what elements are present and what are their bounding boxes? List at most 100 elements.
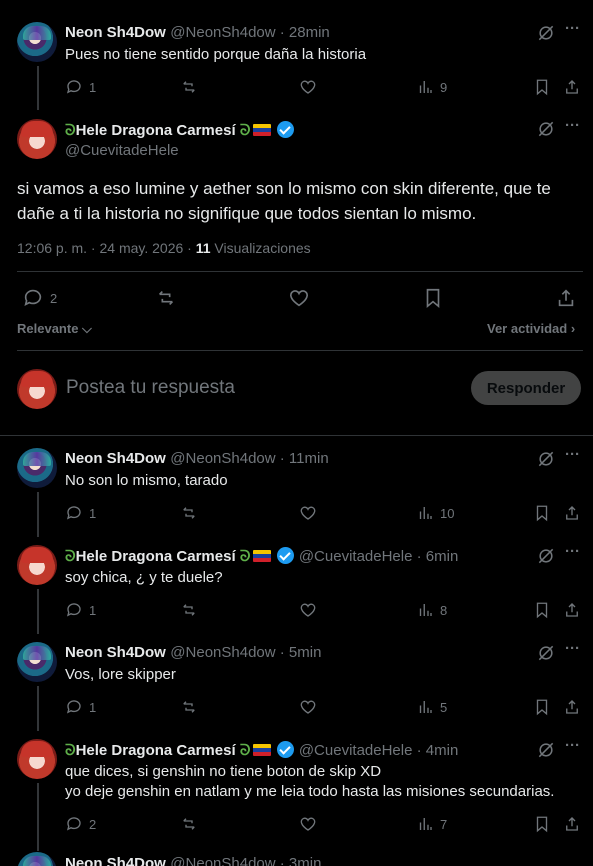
like-icon [299, 815, 317, 833]
share-button[interactable] [555, 287, 577, 309]
like-button[interactable] [299, 78, 317, 96]
bookmark-button[interactable] [533, 698, 551, 716]
views-icon [416, 601, 434, 619]
author-meta[interactable]: @CuevitadeHele · 6min [299, 548, 458, 565]
author-meta[interactable]: @CuevitadeHele · 4min [299, 742, 458, 759]
more-icon[interactable]: ··· [565, 446, 580, 463]
share-button[interactable] [563, 698, 581, 716]
views-button[interactable]: 8 [416, 601, 447, 619]
like-button[interactable] [299, 698, 317, 716]
grok-icon[interactable] [536, 643, 556, 663]
chevron-right-icon: › [567, 321, 576, 336]
reply-icon [65, 504, 83, 522]
avatar[interactable] [17, 852, 57, 866]
post-text: que dices, si genshin no tiene boton de … [65, 763, 555, 800]
author-meta[interactable]: @NeonSh4dow · 28min [170, 24, 329, 41]
reply-input[interactable]: Postea tu respuesta [66, 377, 446, 399]
more-icon[interactable]: ··· [565, 543, 580, 560]
author-name[interactable]: Hele Dragona Carmesí [76, 122, 236, 139]
author-name[interactable]: Hele Dragona Carmesí [76, 742, 236, 759]
divider [0, 435, 593, 436]
share-button[interactable] [563, 504, 581, 522]
avatar[interactable] [17, 739, 57, 779]
reply-icon [65, 601, 83, 619]
repost-icon [180, 815, 198, 833]
repost-button[interactable] [180, 78, 198, 96]
avatar[interactable] [17, 22, 57, 62]
share-button[interactable] [563, 815, 581, 833]
avatar[interactable] [17, 448, 57, 488]
thread-line [37, 66, 39, 110]
author-name[interactable]: Hele Dragona Carmesí [76, 548, 236, 565]
more-icon[interactable]: ··· [565, 640, 580, 657]
author-meta[interactable]: @NeonSh4dow · 5min [170, 644, 321, 661]
avatar[interactable] [17, 119, 57, 159]
grok-icon[interactable] [536, 449, 556, 469]
author-meta[interactable]: @NeonSh4dow · 3min [170, 855, 321, 866]
repost-button[interactable] [180, 698, 198, 716]
reply-button[interactable]: 2 [65, 815, 96, 833]
chevron-down-icon: ⌵ [78, 321, 92, 336]
reply-button[interactable]: 2 [22, 287, 57, 309]
repost-icon [180, 601, 198, 619]
share-button[interactable] [563, 601, 581, 619]
post-header: ᘐHele Dragona Carmesí ᘐ [65, 121, 295, 140]
repost-button[interactable] [180, 815, 198, 833]
avatar[interactable] [17, 545, 57, 585]
views-button[interactable]: 7 [416, 815, 447, 833]
bookmark-button[interactable] [422, 287, 444, 309]
views-button[interactable]: 10 [416, 504, 454, 522]
share-button[interactable] [563, 78, 581, 96]
more-icon[interactable]: ··· [565, 117, 580, 134]
author-name[interactable]: Neon Sh4Dow [65, 644, 166, 661]
author-name[interactable]: Neon Sh4Dow [65, 855, 166, 866]
like-button[interactable] [299, 601, 317, 619]
repost-button[interactable] [180, 601, 198, 619]
author-handle[interactable]: @CuevitadeHele [65, 142, 179, 159]
author-name[interactable]: Neon Sh4Dow [65, 24, 166, 41]
grok-icon[interactable] [536, 119, 556, 139]
more-icon[interactable]: ··· [565, 20, 580, 37]
like-button[interactable] [299, 815, 317, 833]
flag-venezuela-icon [253, 550, 272, 562]
sort-dropdown[interactable]: Relevante ⌵ [17, 321, 92, 337]
bookmark-button[interactable] [533, 601, 551, 619]
author-name[interactable]: Neon Sh4Dow [65, 450, 166, 467]
views-icon [416, 698, 434, 716]
responder-button[interactable]: Responder [471, 371, 581, 405]
serpent-emoji: ᘐ [239, 122, 251, 139]
thread-line [37, 686, 39, 731]
author-meta[interactable]: @NeonSh4dow · 11min [170, 450, 328, 467]
grok-icon[interactable] [536, 23, 556, 43]
like-icon [288, 287, 310, 309]
views-button[interactable]: 5 [416, 698, 447, 716]
repost-button[interactable] [180, 504, 198, 522]
reply-count: 1 [89, 79, 97, 95]
bookmark-button[interactable] [533, 815, 551, 833]
like-button[interactable] [288, 287, 310, 309]
repost-icon [155, 287, 177, 309]
views-button[interactable]: 9 [416, 78, 447, 96]
view-activity-link[interactable]: Ver actividad › [487, 321, 575, 336]
share-icon [563, 78, 581, 96]
bookmark-button[interactable] [533, 504, 551, 522]
divider [17, 271, 583, 272]
reply-button[interactable]: 1 [65, 504, 96, 522]
serpent-emoji: ᘐ [65, 742, 76, 759]
views-icon [416, 815, 434, 833]
like-icon [299, 601, 317, 619]
thread-line [37, 783, 39, 851]
post-header: ᘐHele Dragona Carmesí ᘐ @CuevitadeHele ·… [65, 547, 458, 566]
repost-button[interactable] [155, 287, 177, 309]
grok-icon[interactable] [536, 546, 556, 566]
reply-button[interactable]: 1 [65, 78, 96, 96]
like-button[interactable] [299, 504, 317, 522]
more-icon[interactable]: ··· [565, 737, 580, 754]
reply-button[interactable]: 1 [65, 698, 96, 716]
bookmark-button[interactable] [533, 78, 551, 96]
reply-icon [65, 698, 83, 716]
reply-icon [22, 287, 44, 309]
avatar[interactable] [17, 642, 57, 682]
grok-icon[interactable] [536, 740, 556, 760]
reply-button[interactable]: 1 [65, 601, 96, 619]
